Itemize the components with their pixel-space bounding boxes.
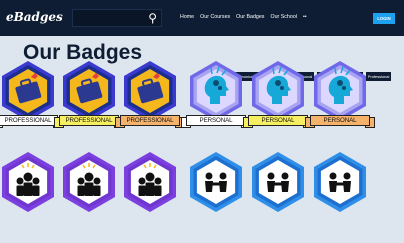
badge-label: PROFESSIONAL [0, 115, 58, 126]
badge-card[interactable]: PERSONAL [305, 59, 375, 143]
nav-home[interactable]: Home [180, 14, 194, 20]
badge-card[interactable]: PERSONAL [181, 59, 251, 143]
badge-label: PROFESSIONAL [59, 115, 119, 126]
badge-card[interactable]: PROFESSIONAL [0, 59, 63, 143]
badge-ribbon: PROFESSIONAL [115, 115, 185, 128]
badge-ribbon: PROFESSIONAL [54, 115, 124, 128]
badge-graphic [2, 152, 54, 212]
badge-card[interactable]: PROFESSIONAL [115, 59, 185, 143]
login-button[interactable]: LOGIN [373, 13, 395, 24]
top-navigation-bar: eBadges ⚲ Home Our Courses Our Badges Ou… [0, 0, 404, 36]
badge-graphic [63, 61, 115, 121]
nav-our-courses[interactable]: Our Courses [200, 14, 230, 20]
badge-card[interactable] [310, 150, 370, 234]
badge-graphic [252, 152, 304, 212]
badge-graphic [124, 61, 176, 121]
search-input[interactable]: ⚲ [72, 9, 162, 27]
nav-our-school[interactable]: Our School [270, 14, 297, 20]
badge-graphic [190, 61, 242, 121]
badge-graphic [252, 61, 304, 121]
badge-card[interactable] [120, 150, 180, 234]
badge-ribbon: PERSONAL [243, 115, 313, 128]
badge-label: PROFESSIONAL [120, 115, 180, 126]
badge-graphic [124, 152, 176, 212]
badge-card[interactable] [59, 150, 119, 234]
badge-graphic [314, 152, 366, 212]
search-icon[interactable]: ⚲ [148, 11, 157, 25]
badge-card[interactable] [0, 150, 58, 234]
nav-more-menu[interactable]: •• [303, 14, 307, 20]
main-nav: Home Our Courses Our Badges Our School •… [180, 14, 307, 20]
badge-graphic [190, 152, 242, 212]
badge-ribbon: PERSONAL [305, 115, 375, 128]
badge-label: PERSONAL [248, 115, 308, 126]
badge-label: PERSONAL [186, 115, 246, 126]
badge-card[interactable] [248, 150, 308, 234]
site-logo[interactable]: eBadges [6, 10, 63, 24]
badge-graphic [63, 152, 115, 212]
badge-card[interactable]: PERSONAL [243, 59, 313, 143]
badge-ribbon: PERSONAL [181, 115, 251, 128]
badge-card[interactable]: PROFESSIONAL [54, 59, 124, 143]
badge-graphic [2, 61, 54, 121]
badge-graphic [314, 61, 366, 121]
badge-card[interactable] [186, 150, 246, 234]
nav-our-badges[interactable]: Our Badges [236, 14, 264, 20]
badge-label: PERSONAL [310, 115, 370, 126]
